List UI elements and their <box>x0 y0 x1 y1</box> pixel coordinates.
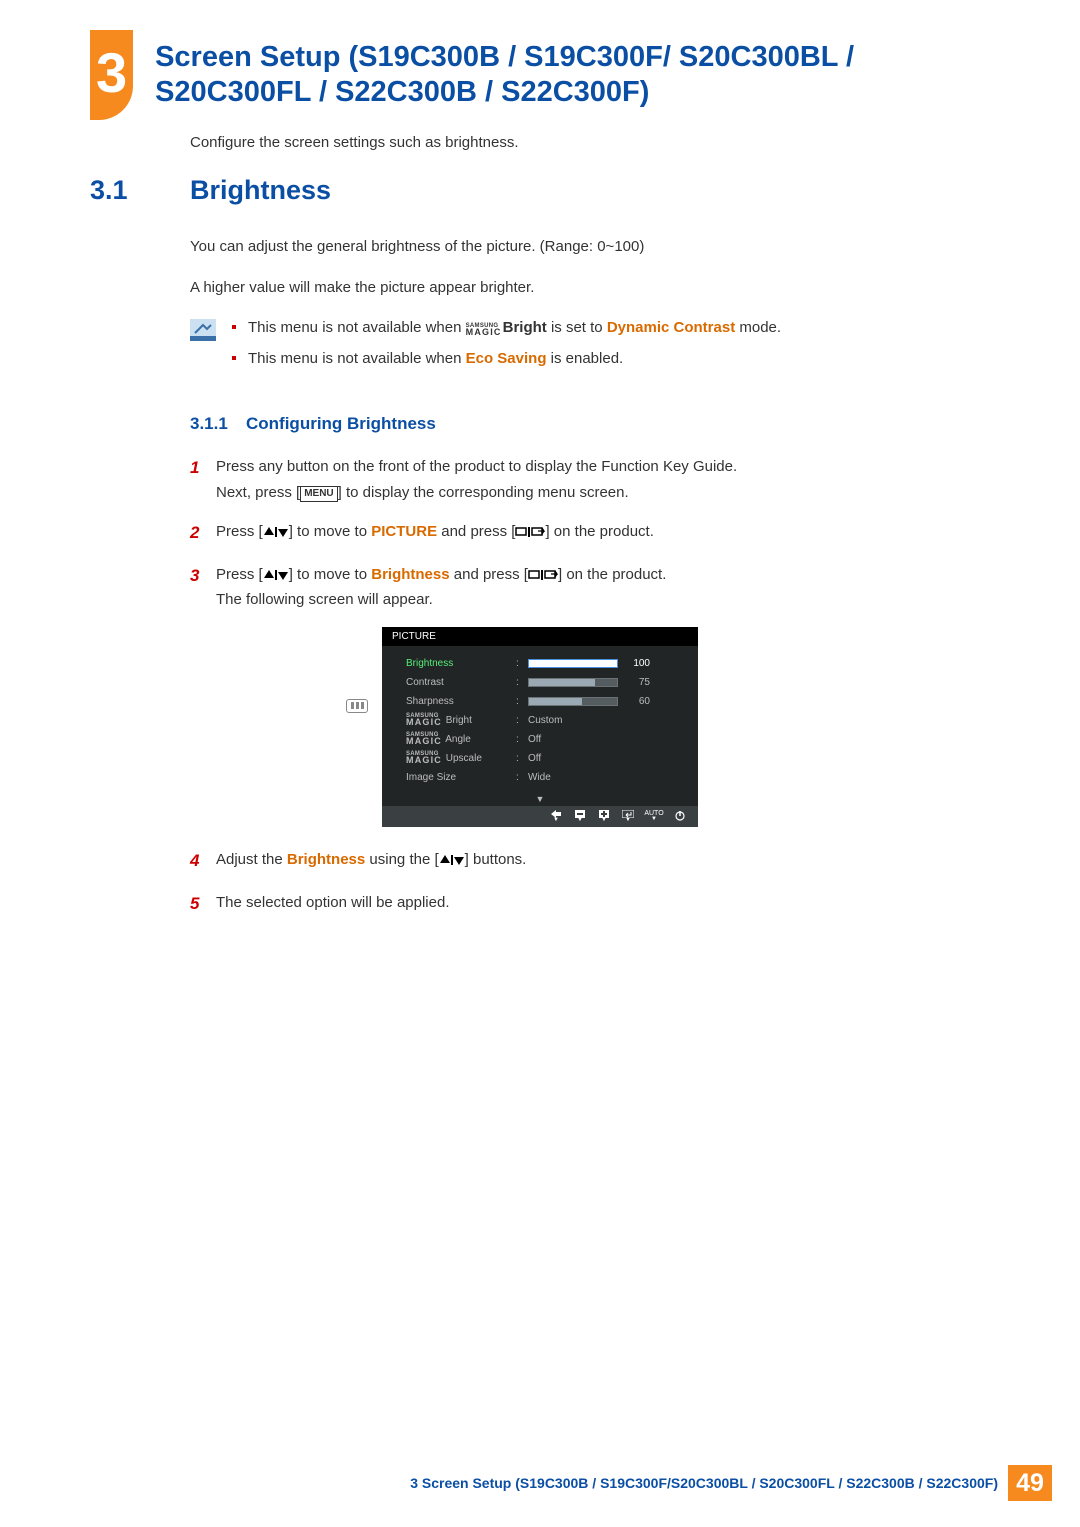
select-source-icon <box>515 525 545 539</box>
step-number: 4 <box>190 847 216 876</box>
up-down-arrow-icon <box>439 853 465 867</box>
osd-row-label: SAMSUNGMAGIC Angle <box>406 733 516 745</box>
note-item-1: This menu is not available when SAMSUNGM… <box>232 317 781 340</box>
page-footer: 3 Screen Setup (S19C300B / S19C300F/S20C… <box>0 1465 1080 1501</box>
osd-more-indicator: ▼ <box>382 793 698 806</box>
footer-page-number: 49 <box>1008 1465 1052 1501</box>
subsection-number: 3.1.1 <box>190 414 246 434</box>
step-number: 2 <box>190 519 216 548</box>
osd-row-value: Off <box>528 734 686 745</box>
section-number: 3.1 <box>90 175 190 206</box>
osd-row: Contrast:75 <box>394 673 686 692</box>
osd-main-icon <box>346 699 368 713</box>
osd-row: Brightness:100 <box>394 654 686 673</box>
step-3: 3 Press [] to move to Brightness and pre… <box>190 562 990 613</box>
osd-bar <box>528 678 618 687</box>
osd-title: PICTURE <box>382 627 698 646</box>
osd-row-value: 100 <box>528 658 686 669</box>
osd-row-label: Contrast <box>406 677 516 688</box>
osd-row-value: Custom <box>528 715 686 726</box>
step-number: 3 <box>190 562 216 613</box>
osd-screenshot: PICTURE Brightness:100Contrast:75Sharpne… <box>382 627 698 827</box>
chapter-title: Screen Setup (S19C300B / S19C300F/ S20C3… <box>155 30 990 110</box>
osd-row-label: SAMSUNGMAGIC Upscale <box>406 752 516 764</box>
section-title: Brightness <box>190 175 331 206</box>
osd-row: SAMSUNGMAGIC Angle:Off <box>394 730 686 749</box>
note-block: This menu is not available when SAMSUNGM… <box>190 317 990 378</box>
step-2: 2 Press [] to move to PICTURE and press … <box>190 519 990 548</box>
osd-row-label: SAMSUNGMAGIC Bright <box>406 714 516 726</box>
osd-auto-label: AUTO▼ <box>642 809 666 824</box>
osd-row-value: 60 <box>528 696 686 707</box>
note-icon <box>190 319 216 341</box>
samsung-magic-label: SAMSUNGMAGIC <box>406 714 442 726</box>
chapter-number-badge: 3 <box>90 30 133 120</box>
osd-bar <box>528 697 618 706</box>
step-1: 1 Press any button on the front of the p… <box>190 454 990 505</box>
step-4: 4 Adjust the Brightness using the [] but… <box>190 847 990 876</box>
step-5: 5 The selected option will be applied. <box>190 890 990 919</box>
osd-row: SAMSUNGMAGIC Upscale:Off <box>394 749 686 768</box>
osd-row: Image Size:Wide <box>394 768 686 787</box>
section-heading: 3.1 Brightness <box>90 175 990 206</box>
samsung-magic-label: SAMSUNGMAGIC <box>406 733 442 745</box>
select-source-icon <box>528 568 558 582</box>
osd-row-value: 75 <box>528 677 686 688</box>
osd-row-label: Brightness <box>406 658 516 669</box>
osd-row-label: Sharpness <box>406 696 516 707</box>
up-down-arrow-icon <box>263 568 289 582</box>
up-down-arrow-icon <box>263 525 289 539</box>
osd-row-label: Image Size <box>406 772 516 783</box>
osd-power-icon <box>670 809 690 824</box>
subsection-title: Configuring Brightness <box>246 414 436 434</box>
subsection-heading: 3.1.1 Configuring Brightness <box>190 414 990 434</box>
osd-plus-icon: ▼ <box>594 809 614 824</box>
osd-row-value: Off <box>528 753 686 764</box>
chapter-intro: Configure the screen settings such as br… <box>190 134 990 151</box>
menu-key-icon: MENU <box>300 486 337 502</box>
osd-enter-icon: ▼ <box>618 809 638 824</box>
note-item-2: This menu is not available when Eco Savi… <box>232 348 781 371</box>
osd-footer: ▼ ▼ ▼ ▼ AUTO▼ <box>382 806 698 827</box>
osd-minus-icon: ▼ <box>570 809 590 824</box>
osd-bar <box>528 659 618 668</box>
chapter-header: 3 Screen Setup (S19C300B / S19C300F/ S20… <box>90 30 990 120</box>
section-paragraph-2: A higher value will make the picture app… <box>190 277 990 300</box>
step-number: 1 <box>190 454 216 505</box>
osd-row-value: Wide <box>528 772 686 783</box>
osd-row: SAMSUNGMAGIC Bright:Custom <box>394 711 686 730</box>
step-number: 5 <box>190 890 216 919</box>
section-paragraph-1: You can adjust the general brightness of… <box>190 236 990 259</box>
osd-row: Sharpness:60 <box>394 692 686 711</box>
osd-back-icon: ▼ <box>546 809 566 824</box>
footer-text: 3 Screen Setup (S19C300B / S19C300F/S20C… <box>410 1475 998 1491</box>
samsung-magic-label: SAMSUNGMAGIC <box>406 752 442 764</box>
samsung-magic-label: SAMSUNGMAGIC <box>466 324 502 336</box>
